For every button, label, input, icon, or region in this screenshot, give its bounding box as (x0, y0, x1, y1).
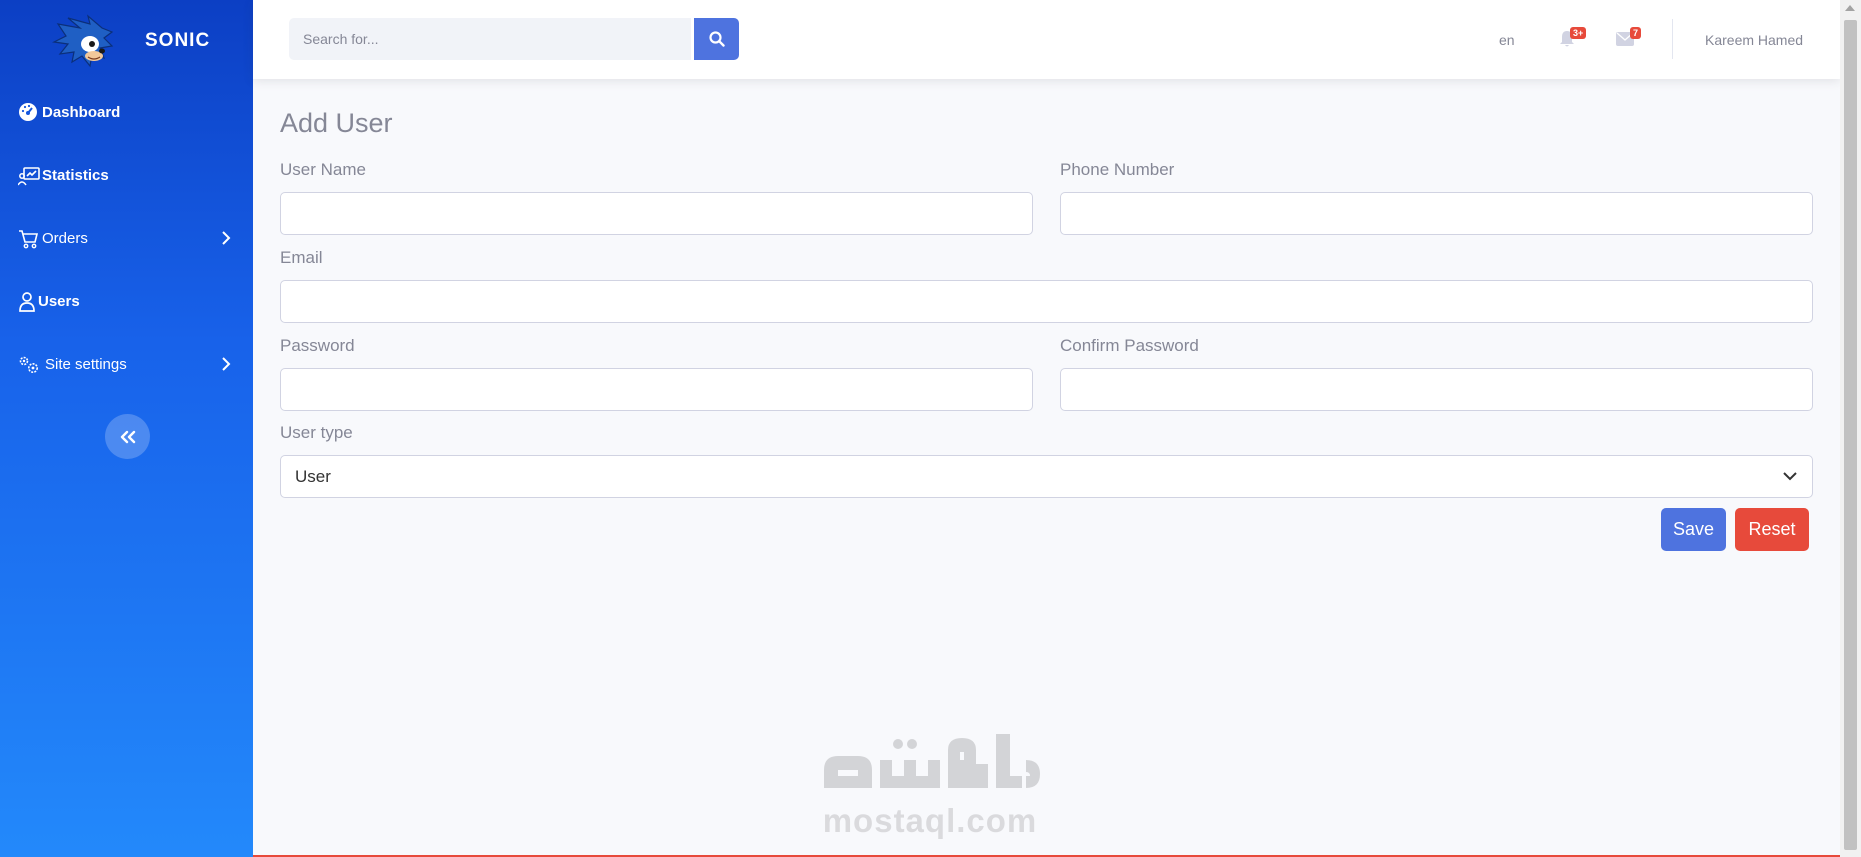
sidebar-item-label: Site settings (45, 355, 127, 373)
sidebar-item-label: Orders (42, 229, 88, 247)
messages-badge: 7 (1630, 27, 1642, 39)
scroll-up-arrow-icon[interactable] (1845, 5, 1855, 11)
sonic-logo-icon (52, 14, 114, 68)
save-button[interactable]: Save (1661, 508, 1726, 551)
cart-icon (19, 230, 39, 249)
search-icon (708, 31, 725, 47)
page-title: Add User (280, 108, 393, 138)
email-field[interactable] (280, 280, 1813, 323)
sidebar-item-statistics[interactable]: Statistics (0, 150, 253, 200)
user-type-value: User (295, 467, 331, 486)
double-chevron-left-icon (120, 430, 135, 443)
sidebar-toggle-button[interactable] (105, 414, 150, 459)
user-name-label: User Name (280, 160, 366, 179)
sidebar-item-label: Users (38, 292, 80, 310)
sidebar-item-dashboard[interactable]: Dashboard (0, 87, 253, 137)
sidebar-item-label: Dashboard (42, 103, 121, 121)
topbar-divider (1672, 19, 1673, 59)
phone-number-field[interactable] (1060, 192, 1813, 235)
user-icon (19, 292, 35, 312)
sidebar-item-orders[interactable]: Orders (0, 213, 253, 263)
messages-button[interactable]: 7 (1616, 27, 1646, 52)
password-field[interactable] (280, 368, 1033, 411)
user-menu[interactable]: Kareem Hamed (1705, 32, 1803, 48)
user-type-label: User type (280, 423, 353, 442)
alerts-button[interactable]: 3+ (1559, 27, 1589, 52)
watermark: mostaql.com (818, 730, 1042, 840)
sidebar: SONIC Dashboard Statistics Orders Users … (0, 0, 253, 857)
password-label: Password (280, 336, 355, 355)
confirm-password-label: Confirm Password (1060, 336, 1199, 355)
user-type-select[interactable]: User (280, 455, 1813, 498)
reset-button[interactable]: Reset (1735, 508, 1809, 551)
sidebar-item-users[interactable]: Users (0, 276, 253, 326)
phone-number-label: Phone Number (1060, 160, 1175, 179)
mostaql-logo-icon (824, 734, 1040, 788)
dashboard-icon (19, 103, 37, 121)
gears-icon (19, 356, 38, 373)
alerts-badge: 3+ (1570, 27, 1587, 39)
scrollbar-thumb[interactable] (1844, 20, 1857, 850)
search-button[interactable] (694, 18, 739, 60)
email-label: Email (280, 248, 323, 267)
brand[interactable]: SONIC (0, 0, 253, 80)
sidebar-item-label: Statistics (42, 166, 109, 184)
chevron-right-icon (222, 357, 231, 371)
language-switcher[interactable]: en (1499, 32, 1515, 48)
user-name-field[interactable] (280, 192, 1033, 235)
brand-name: SONIC (145, 30, 211, 51)
search-input[interactable] (289, 18, 691, 60)
watermark-text: mostaql.com (822, 802, 1038, 839)
scrollbar[interactable] (1840, 0, 1861, 857)
chevron-down-icon (1783, 472, 1797, 481)
confirm-password-field[interactable] (1060, 368, 1813, 411)
chevron-right-icon (222, 231, 231, 245)
topbar: en 3+ 7 Kareem Hamed (253, 0, 1840, 79)
statistics-icon (18, 167, 40, 186)
sidebar-item-site-settings[interactable]: Site settings (0, 339, 253, 389)
